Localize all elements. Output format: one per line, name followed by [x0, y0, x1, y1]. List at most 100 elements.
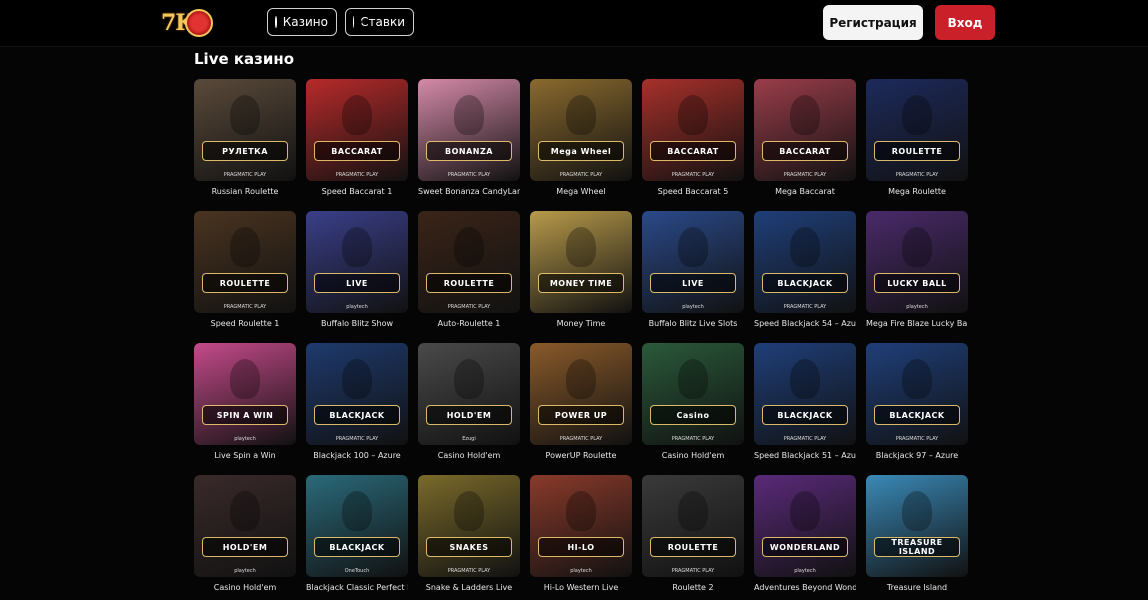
game-tile[interactable]: BLACKJACK PRAGMATIC PLAY Blackjack 100 – A… [306, 343, 408, 462]
game-title[interactable]: Money Time [530, 318, 632, 330]
game-title[interactable]: Mega Wheel [530, 186, 632, 198]
game-tile[interactable]: BACCARAT PRAGMATIC PLAY Speed Baccarat 1 [306, 79, 408, 198]
game-title[interactable]: Speed Blackjack 54 – Azure [754, 318, 856, 330]
game-thumbnail[interactable]: TREASURE ISLAND [866, 475, 968, 577]
game-tile[interactable]: РУЛЕТКА PRAGMATIC PLAY Russian Roulette [194, 79, 296, 198]
game-tile[interactable]: TREASURE ISLAND Treasure Island [866, 475, 968, 594]
game-thumbnail[interactable]: MONEY TIME [530, 211, 632, 313]
game-thumbnail[interactable]: BLACKJACK PRAGMATIC PLAY [866, 343, 968, 445]
provider-logo: playtech [346, 304, 368, 310]
game-tile[interactable]: BLACKJACK PRAGMATIC PLAY Speed Blackjack 5… [754, 343, 856, 462]
game-title[interactable]: Speed Blackjack 51 – Azure [754, 450, 856, 462]
game-thumbnail[interactable]: SPIN A WIN playtech [194, 343, 296, 445]
game-logo-text: WONDERLAND [762, 537, 848, 557]
game-title[interactable]: Blackjack Classic Perfect Pairs [306, 582, 408, 594]
game-tile[interactable]: BACCARAT PRAGMATIC PLAY Mega Baccarat [754, 79, 856, 198]
game-title[interactable]: Casino Hold'em [642, 450, 744, 462]
game-tile[interactable]: ROULETTE PRAGMATIC PLAY Auto-Roulette 1 [418, 211, 520, 330]
dealer-image [230, 359, 260, 399]
game-title[interactable]: Buffalo Blitz Live Slots [642, 318, 744, 330]
game-tile[interactable]: HOLD'EM playtech Casino Hold'em [194, 475, 296, 594]
site-logo[interactable]: 7K [161, 8, 213, 38]
game-thumbnail[interactable]: HI-LO playtech [530, 475, 632, 577]
game-title[interactable]: Mega Roulette [866, 186, 968, 198]
game-tile[interactable]: Casino PRAGMATIC PLAY Casino Hold'em [642, 343, 744, 462]
game-thumbnail[interactable]: HOLD'EM Ezugi [418, 343, 520, 445]
game-logo-text: BONANZA [426, 141, 512, 161]
game-tile[interactable]: LIVE playtech Buffalo Blitz Live Slots [642, 211, 744, 330]
game-title[interactable]: Auto-Roulette 1 [418, 318, 520, 330]
game-tile[interactable]: BACCARAT PRAGMATIC PLAY Speed Baccarat 5 [642, 79, 744, 198]
game-thumbnail[interactable]: ROULETTE PRAGMATIC PLAY [418, 211, 520, 313]
dealer-image [790, 359, 820, 399]
game-thumbnail[interactable]: SNAKES PRAGMATIC PLAY [418, 475, 520, 577]
game-logo-text: ROULETTE [426, 273, 512, 293]
game-thumbnail[interactable]: Casino PRAGMATIC PLAY [642, 343, 744, 445]
game-thumbnail[interactable]: WONDERLAND playtech [754, 475, 856, 577]
dealer-image [902, 359, 932, 399]
register-button[interactable]: Регистрация [823, 5, 923, 40]
game-thumbnail[interactable]: ROULETTE PRAGMATIC PLAY [194, 211, 296, 313]
game-thumbnail[interactable]: Mega Wheel PRAGMATIC PLAY [530, 79, 632, 181]
game-thumbnail[interactable]: LIVE playtech [306, 211, 408, 313]
nav-bets-button[interactable]: Ставки [345, 8, 414, 36]
game-thumbnail[interactable]: HOLD'EM playtech [194, 475, 296, 577]
provider-logo: PRAGMATIC PLAY [559, 172, 603, 178]
game-thumbnail[interactable]: LIVE playtech [642, 211, 744, 313]
game-title[interactable]: Live Spin a Win [194, 450, 296, 462]
game-tile[interactable]: BLACKJACK OneTouch Blackjack Classic Perfe… [306, 475, 408, 594]
provider-logo: playtech [570, 568, 592, 574]
dealer-image [678, 491, 708, 531]
game-thumbnail[interactable]: BLACKJACK PRAGMATIC PLAY [306, 343, 408, 445]
game-tile[interactable]: HI-LO playtech Hi-Lo Western Live [530, 475, 632, 594]
game-tile[interactable]: LUCKY BALL playtech Mega Fire Blaze Lucky … [866, 211, 968, 330]
game-tile[interactable]: SNAKES PRAGMATIC PLAY Snake & Ladders Live [418, 475, 520, 594]
game-title[interactable]: Speed Baccarat 1 [306, 186, 408, 198]
game-title[interactable]: Sweet Bonanza CandyLand [418, 186, 520, 198]
game-tile[interactable]: ROULETTE PRAGMATIC PLAY Speed Roulette 1 [194, 211, 296, 330]
game-title[interactable]: Mega Baccarat [754, 186, 856, 198]
game-tile[interactable]: POWER UP PRAGMATIC PLAY PowerUP Roulette [530, 343, 632, 462]
game-thumbnail[interactable]: BACCARAT PRAGMATIC PLAY [642, 79, 744, 181]
game-tile[interactable]: WONDERLAND playtech Adventures Beyond Wond… [754, 475, 856, 594]
game-title[interactable]: Russian Roulette [194, 186, 296, 198]
game-title[interactable]: Hi-Lo Western Live [530, 582, 632, 594]
game-tile[interactable]: BLACKJACK PRAGMATIC PLAY Speed Blackjack 5… [754, 211, 856, 330]
game-title[interactable]: Speed Roulette 1 [194, 318, 296, 330]
game-title[interactable]: Casino Hold'em [194, 582, 296, 594]
game-tile[interactable]: HOLD'EM Ezugi Casino Hold'em [418, 343, 520, 462]
game-tile[interactable]: Mega Wheel PRAGMATIC PLAY Mega Wheel [530, 79, 632, 198]
game-title[interactable]: Mega Fire Blaze Lucky Ball [866, 318, 968, 330]
game-tile[interactable]: LIVE playtech Buffalo Blitz Show [306, 211, 408, 330]
game-title[interactable]: Blackjack 100 – Azure [306, 450, 408, 462]
game-thumbnail[interactable]: POWER UP PRAGMATIC PLAY [530, 343, 632, 445]
game-title[interactable]: Roulette 2 [642, 582, 744, 594]
game-title[interactable]: Speed Baccarat 5 [642, 186, 744, 198]
game-thumbnail[interactable]: ROULETTE PRAGMATIC PLAY [866, 79, 968, 181]
game-title[interactable]: PowerUP Roulette [530, 450, 632, 462]
game-tile[interactable]: ROULETTE PRAGMATIC PLAY Roulette 2 [642, 475, 744, 594]
game-thumbnail[interactable]: BLACKJACK PRAGMATIC PLAY [754, 343, 856, 445]
game-thumbnail[interactable]: BONANZA PRAGMATIC PLAY [418, 79, 520, 181]
game-tile[interactable]: BONANZA PRAGMATIC PLAY Sweet Bonanza Candy… [418, 79, 520, 198]
game-title[interactable]: Treasure Island [866, 582, 968, 594]
game-tile[interactable]: ROULETTE PRAGMATIC PLAY Mega Roulette [866, 79, 968, 198]
game-logo-text: BLACKJACK [314, 405, 400, 425]
game-thumbnail[interactable]: BACCARAT PRAGMATIC PLAY [754, 79, 856, 181]
game-title[interactable]: Adventures Beyond Wonderland [754, 582, 856, 594]
game-thumbnail[interactable]: LUCKY BALL playtech [866, 211, 968, 313]
game-title[interactable]: Snake & Ladders Live [418, 582, 520, 594]
game-title[interactable]: Blackjack 97 – Azure [866, 450, 968, 462]
game-tile[interactable]: SPIN A WIN playtech Live Spin a Win [194, 343, 296, 462]
login-button[interactable]: Вход [935, 5, 995, 40]
game-thumbnail[interactable]: BACCARAT PRAGMATIC PLAY [306, 79, 408, 181]
game-thumbnail[interactable]: BLACKJACK OneTouch [306, 475, 408, 577]
game-title[interactable]: Buffalo Blitz Show [306, 318, 408, 330]
game-tile[interactable]: BLACKJACK PRAGMATIC PLAY Blackjack 97 – Az… [866, 343, 968, 462]
game-thumbnail[interactable]: РУЛЕТКА PRAGMATIC PLAY [194, 79, 296, 181]
game-title[interactable]: Casino Hold'em [418, 450, 520, 462]
game-tile[interactable]: MONEY TIME Money Time [530, 211, 632, 330]
game-thumbnail[interactable]: BLACKJACK PRAGMATIC PLAY [754, 211, 856, 313]
nav-casino-button[interactable]: Казино [267, 8, 337, 36]
game-thumbnail[interactable]: ROULETTE PRAGMATIC PLAY [642, 475, 744, 577]
